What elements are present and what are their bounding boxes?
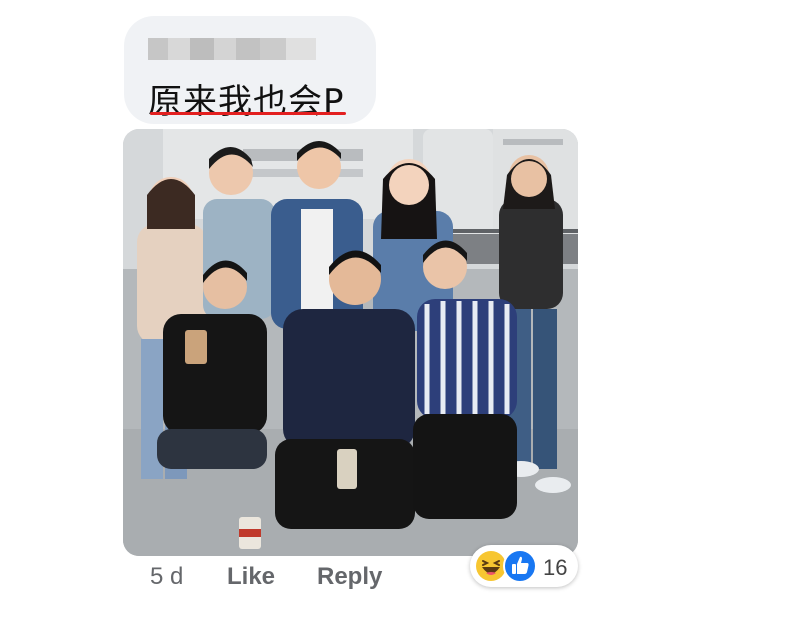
author-name-blurred[interactable]: [148, 38, 316, 60]
reaction-count: 16: [543, 555, 568, 580]
reactions-summary[interactable]: 16: [470, 545, 578, 587]
timestamp[interactable]: 5 d: [150, 563, 183, 591]
like-reaction-icon: [503, 549, 537, 583]
comment-meta: 5 d Like Reply: [150, 563, 450, 593]
reply-button[interactable]: Reply: [317, 563, 382, 591]
like-button[interactable]: Like: [227, 563, 275, 591]
attached-photo[interactable]: [123, 129, 578, 556]
group-photo-image: [123, 129, 578, 556]
red-underline: [150, 112, 346, 115]
comment-text: 原来我也会P: [148, 82, 345, 122]
comment-bubble: 原来我也会P: [124, 16, 376, 124]
